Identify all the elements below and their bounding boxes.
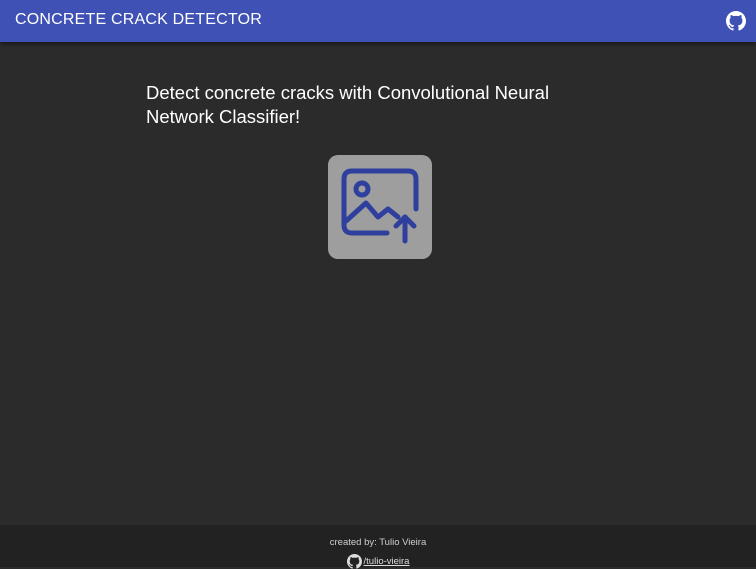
image-upload-icon (341, 168, 419, 244)
app-bar: CONCRETE CRACK DETECTOR (0, 0, 756, 42)
image-upload-button[interactable] (328, 155, 432, 259)
page-headline: Detect concrete cracks with Convolutiona… (146, 82, 550, 127)
github-icon[interactable] (726, 11, 746, 31)
footer: created by: Tulio Vieira /tulio-vieira (0, 525, 756, 569)
credit-text: created by: Tulio Vieira (329, 537, 427, 548)
app-title: CONCRETE CRACK DETECTOR (15, 11, 262, 28)
github-handle[interactable]: /tulio-vieira (364, 556, 410, 567)
